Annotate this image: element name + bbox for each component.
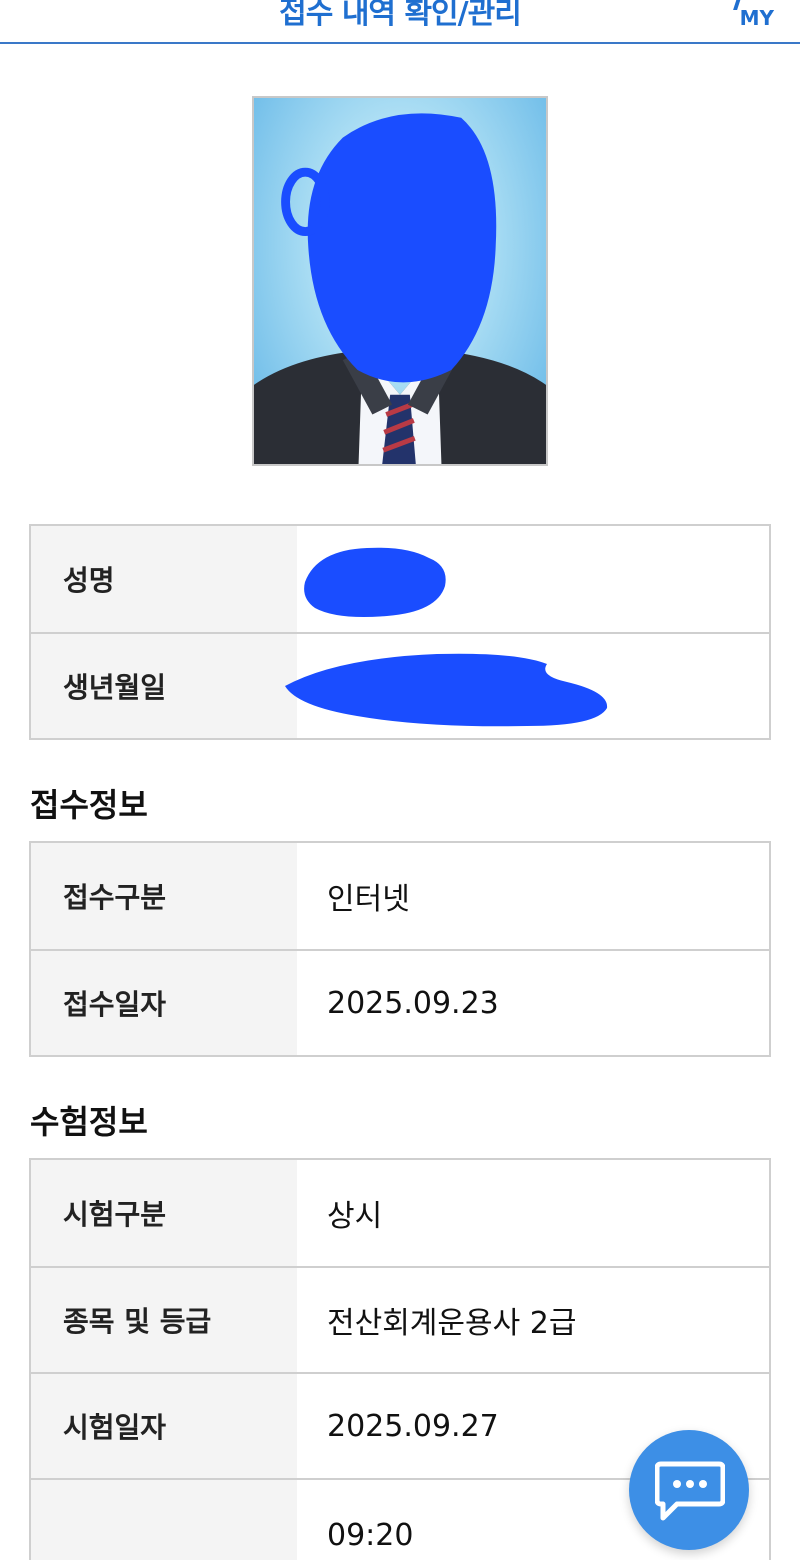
reception-type-value: 인터넷: [327, 882, 410, 917]
my-page-button[interactable]: MY: [714, 0, 774, 30]
exam-type-label: 시험구분: [31, 1160, 297, 1266]
reception-date-label: 접수일자: [31, 951, 297, 1055]
table-row-name: 성명: [31, 526, 769, 632]
birth-label: 생년월일: [31, 634, 297, 738]
exam-subject-label: 종목 및 등급: [31, 1268, 297, 1372]
table-row: 종목 및 등급 전산회계운용사 2급: [31, 1266, 769, 1372]
reception-info-table: 접수구분 인터넷 접수일자 2025.09.23: [29, 841, 771, 1057]
table-row: 시험구분 상시: [31, 1160, 769, 1266]
app-header: 접수 내역 확인/관리 MY: [0, 0, 800, 44]
exam-type-value: 상시: [327, 1199, 383, 1234]
reception-date-value: 2025.09.23: [327, 985, 499, 1021]
exam-time-label: [31, 1480, 297, 1560]
birth-value: [285, 634, 769, 738]
reception-type-label: 접수구분: [31, 843, 297, 949]
name-redaction: [304, 547, 446, 617]
name-label: 성명: [31, 526, 297, 632]
chat-icon: [655, 1461, 725, 1521]
table-row: 접수구분 인터넷: [31, 843, 769, 949]
table-row: 접수일자 2025.09.23: [31, 949, 769, 1055]
page: 접수 내역 확인/관리 MY 성명 생년월일 접수정보 접수구분 인터넷 접수일…: [0, 0, 800, 1560]
name-value: [297, 526, 769, 632]
personal-info-table: 성명 생년월일: [29, 524, 771, 740]
exam-date-label: 시험일자: [31, 1374, 297, 1478]
id-photo: [252, 96, 548, 466]
table-row-birth: 생년월일: [31, 632, 769, 738]
reception-section-title: 접수정보: [30, 786, 148, 824]
exam-section-title: 수험정보: [30, 1103, 148, 1141]
page-title: 접수 내역 확인/관리: [279, 0, 522, 31]
exam-subject-value: 전산회계운용사 2급: [327, 1306, 577, 1341]
face-redaction: [281, 113, 497, 383]
chat-button[interactable]: [629, 1430, 749, 1550]
birth-redaction: [285, 653, 608, 727]
my-label: MY: [739, 6, 774, 30]
